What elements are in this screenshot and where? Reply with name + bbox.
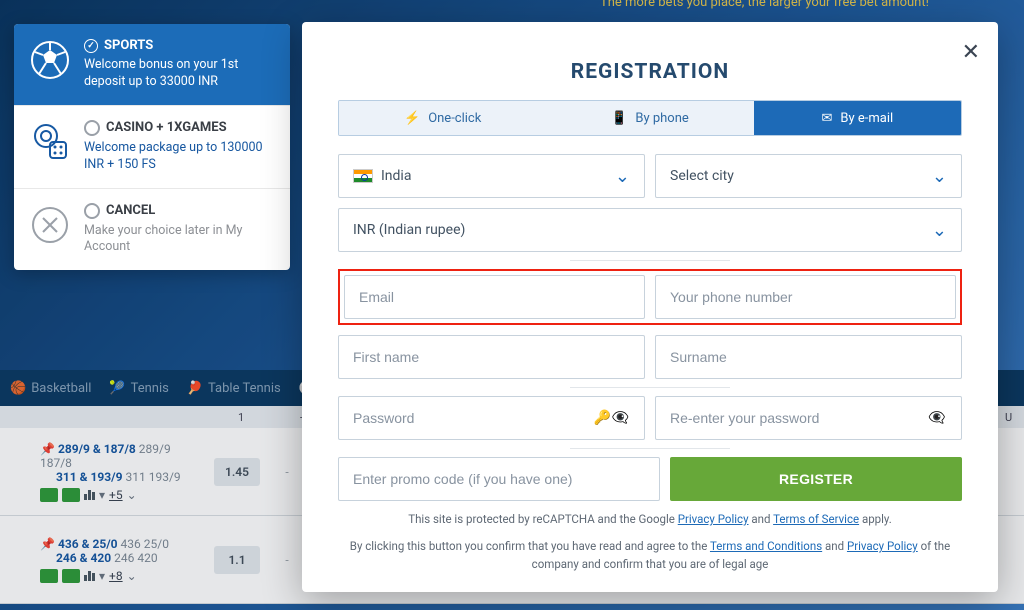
bonus-option-sports[interactable]: ✓ SPORTS Welcome bonus on your 1st depos…	[14, 24, 290, 106]
registration-tabs: ⚡One-click 📱By phone ✉By e-mail	[338, 100, 962, 136]
phone-icon: 📱	[611, 111, 627, 126]
mail-icon: ✉	[821, 111, 832, 126]
privacy-policy-link[interactable]: Privacy Policy	[847, 539, 918, 553]
casino-chip-icon	[28, 120, 72, 164]
soccer-ball-icon	[28, 38, 72, 82]
tab-by-email[interactable]: ✉By e-mail	[754, 101, 961, 135]
password-confirm-field[interactable]: 👁‍🗨	[655, 396, 962, 440]
radio-unselected-icon	[84, 120, 100, 136]
email-field[interactable]	[344, 275, 645, 319]
register-button[interactable]: REGISTER	[670, 457, 962, 501]
registration-modal: ✕ REGISTRATION ⚡One-click 📱By phone ✉By …	[302, 22, 998, 592]
country-select[interactable]: India ⌄	[338, 154, 645, 198]
currency-select[interactable]: INR (Indian rupee) ⌄	[338, 208, 962, 252]
bonus-selector-sidebar: ✓ SPORTS Welcome bonus on your 1st depos…	[14, 24, 290, 270]
tab-one-click[interactable]: ⚡One-click	[339, 101, 546, 135]
section-divider	[570, 387, 730, 388]
city-select[interactable]: Select city ⌄	[655, 154, 962, 198]
key-icon[interactable]: 🔑	[593, 410, 610, 426]
bonus-sports-title: SPORTS	[104, 38, 153, 53]
bonus-casino-body: CASINO + 1XGAMES Welcome package up to 1…	[84, 120, 276, 174]
section-divider	[570, 260, 730, 261]
password-field[interactable]: 🔑 👁‍🗨	[338, 396, 645, 440]
eye-off-icon[interactable]: 👁‍🗨	[927, 410, 947, 426]
privacy-policy-link[interactable]: Privacy Policy	[678, 512, 749, 526]
chevron-down-icon: ⌄	[615, 166, 630, 187]
bonus-sports-body: ✓ SPORTS Welcome bonus on your 1st depos…	[84, 38, 276, 91]
terms-and-conditions-link[interactable]: Terms and Conditions	[710, 539, 822, 553]
tab-by-phone[interactable]: 📱By phone	[546, 101, 753, 135]
phone-field[interactable]	[655, 275, 956, 319]
terms-of-service-link[interactable]: Terms of Service	[773, 512, 859, 526]
chevron-down-icon: ⌄	[932, 220, 947, 241]
promo-code-field[interactable]	[338, 457, 660, 501]
recaptcha-disclaimer: This site is protected by reCAPTCHA and …	[338, 511, 962, 528]
first-name-field[interactable]	[338, 335, 645, 379]
chevron-down-icon: ⌄	[932, 166, 947, 187]
bonus-option-cancel[interactable]: CANCEL Make your choice later in My Acco…	[14, 189, 290, 271]
bonus-casino-desc: Welcome package up to 130000 INR + 150 F…	[84, 140, 276, 174]
lightning-icon: ⚡	[404, 111, 420, 126]
eye-off-icon[interactable]: 👁‍🗨	[611, 410, 630, 426]
surname-field[interactable]	[655, 335, 962, 379]
bonus-casino-title: CASINO + 1XGAMES	[106, 120, 227, 135]
close-circle-icon	[28, 203, 72, 247]
agreement-disclaimer: By clicking this button you confirm that…	[338, 538, 962, 573]
bonus-cancel-desc: Make your choice later in My Account	[84, 223, 276, 257]
bonus-cancel-title: CANCEL	[106, 203, 155, 218]
india-flag-icon	[353, 169, 373, 183]
highlighted-email-phone-row	[338, 269, 962, 325]
bonus-cancel-body: CANCEL Make your choice later in My Acco…	[84, 203, 276, 257]
check-icon: ✓	[84, 39, 98, 53]
close-icon[interactable]: ✕	[962, 40, 980, 65]
radio-unselected-icon	[84, 203, 100, 219]
section-divider	[570, 448, 730, 449]
bonus-option-casino[interactable]: CASINO + 1XGAMES Welcome package up to 1…	[14, 106, 290, 189]
bonus-sports-desc: Welcome bonus on your 1st deposit up to …	[84, 57, 276, 91]
modal-title: REGISTRATION	[338, 60, 962, 84]
